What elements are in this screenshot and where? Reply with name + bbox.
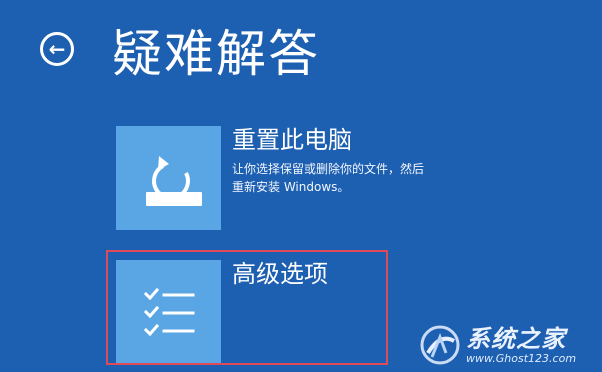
option-description: 让你选择保留或删除你的文件，然后 重新安装 Windows。 [232,162,425,194]
back-button[interactable]: ← [40,32,74,66]
watermark-logo-icon [418,323,462,367]
highlight-box [106,250,388,365]
reset-pc-icon [146,156,202,206]
option-title: 重置此电脑 [232,126,352,154]
watermark: 系统之家 www.Ghost123.com [418,318,602,372]
watermark-brand: 系统之家 [466,323,566,353]
option-tile[interactable] [116,126,221,230]
page-title: 疑难解答 [112,25,320,83]
watermark-url: www.Ghost123.com [466,351,577,365]
arrow-left-icon: ← [48,37,66,61]
